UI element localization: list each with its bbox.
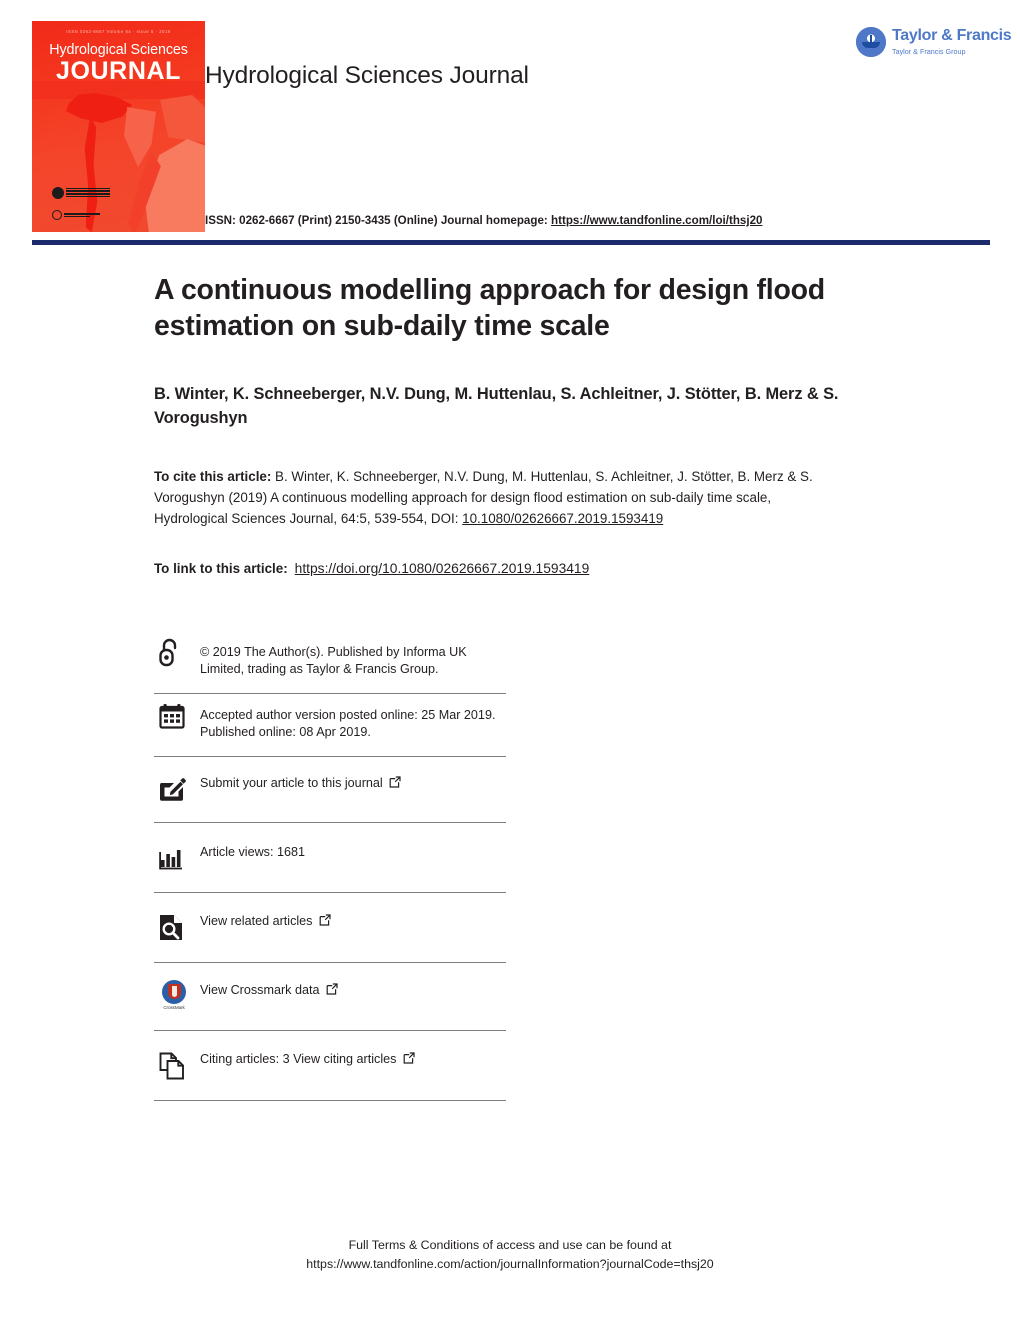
article-views-text: Article views: 1681: [200, 844, 305, 859]
citing-articles-glyph: [159, 1052, 184, 1079]
submit-pencil-glyph: [159, 778, 186, 801]
citing-articles-icon: [154, 1044, 198, 1088]
citation-doi-link[interactable]: 10.1080/02626667.2019.1593419: [462, 511, 663, 526]
related-articles-row-text: View related articles: [198, 913, 331, 942]
taylor-francis-logo[interactable]: Taylor & Francis Taylor & Francis Group: [856, 22, 1012, 66]
copyright-text: © 2019 The Author(s). Published by Infor…: [200, 645, 467, 676]
taylor-francis-wordmark: Taylor & Francis Taylor & Francis Group: [892, 27, 1012, 56]
related-articles-label: View related articles: [200, 914, 313, 929]
citation-label: To cite this article:: [154, 469, 272, 484]
crossmark-logo-label: CrossMark: [163, 1004, 185, 1010]
header-divider: [32, 240, 990, 245]
cover-iahs-logo-icon: [52, 185, 114, 200]
crossmark-row-text: View Crossmark data: [198, 982, 338, 1011]
cover-issue-strip: ISSN 0262-6667 Volume 64 · Issue 5 · 201…: [66, 30, 171, 35]
taylor-francis-roundel-icon: [856, 27, 886, 57]
external-link-icon: [389, 776, 401, 793]
external-link-icon: [326, 983, 338, 1000]
article-metadata-list: © 2019 The Author(s). Published by Infor…: [154, 630, 506, 1101]
external-link-icon: [319, 914, 331, 931]
issn-label: ISSN: 0262-6667 (Print) 2150-3435 (Onlin…: [205, 214, 548, 227]
publisher-name: Taylor & Francis: [892, 27, 1012, 44]
bar-chart-glyph: [159, 849, 182, 869]
cover-tf-wordmark: [64, 213, 100, 217]
metadata-row-citing[interactable]: Citing articles: 3 View citing articles: [154, 1031, 506, 1101]
journal-homepage-link[interactable]: https://www.tandfonline.com/loi/thsj20: [551, 214, 762, 227]
roundel-inner: [856, 27, 886, 57]
citing-articles-row-text: Citing articles: 3 View citing articles: [198, 1051, 415, 1080]
journal-title: Hydrological Sciences Journal: [205, 62, 529, 89]
journal-cover-thumbnail: ISSN 0262-6667 Volume 64 · Issue 5 · 201…: [32, 21, 205, 232]
submit-label: Submit your article to this journal: [200, 776, 383, 791]
page-footer: Full Terms & Conditions of access and us…: [0, 1236, 1020, 1273]
metadata-row-views: Article views: 1681: [154, 823, 506, 893]
open-access-lock-icon: [154, 630, 198, 674]
metadata-row-copyright: © 2019 The Author(s). Published by Infor…: [154, 630, 506, 694]
publication-dates-text: Accepted author version posted online: 2…: [200, 708, 496, 739]
bar-chart-icon: [154, 836, 198, 880]
submit-pencil-icon: [154, 768, 198, 812]
cover-map-levant: [160, 95, 205, 143]
crossmark-glyph: CrossMark: [159, 979, 189, 1014]
related-articles-search-icon: [154, 906, 198, 950]
citation-block: To cite this article: B. Winter, K. Schn…: [154, 467, 844, 529]
article-authors: B. Winter, K. Schneeberger, N.V. Dung, M…: [154, 385, 839, 427]
page-header: ISSN 0262-6667 Volume 64 · Issue 5 · 201…: [0, 0, 1020, 252]
article-title: A continuous modelling approach for desi…: [154, 274, 825, 343]
article-link-label: To link to this article:: [154, 561, 288, 576]
footer-terms-line: Full Terms & Conditions of access and us…: [348, 1238, 672, 1252]
metadata-row-submit[interactable]: Submit your article to this journal: [154, 757, 506, 823]
metadata-row-related[interactable]: View related articles: [154, 893, 506, 963]
cover-title-line1: Hydrological Sciences: [49, 42, 188, 58]
submit-row-text: Submit your article to this journal: [198, 775, 401, 804]
calendar-glyph: [159, 704, 185, 729]
open-access-lock-glyph: [159, 638, 177, 667]
document-search-glyph: [160, 915, 182, 940]
footer-journal-info-url[interactable]: https://www.tandfonline.com/action/journ…: [0, 1255, 1020, 1274]
metadata-row-crossmark[interactable]: CrossMark View Crossmark data: [154, 963, 506, 1031]
article-link-block: To link to this article: https://doi.org/…: [154, 559, 854, 580]
journal-cover-page: ISSN 0262-6667 Volume 64 · Issue 5 · 201…: [0, 0, 1020, 1339]
cover-taylor-francis-logo-icon: [52, 209, 112, 221]
crossmark-shield-icon: [167, 984, 181, 999]
roundel-boat-icon: [862, 42, 880, 48]
publisher-group-name: Taylor & Francis Group: [892, 46, 966, 56]
crossmark-label: View Crossmark data: [200, 983, 320, 998]
issn-line: ISSN: 0262-6667 (Print) 2150-3435 (Onlin…: [205, 214, 763, 227]
crossmark-icon: CrossMark: [154, 975, 198, 1019]
cover-iahs-badge-icon: [52, 186, 64, 199]
cover-tf-badge-icon: [52, 210, 62, 220]
citing-articles-label: Citing articles: 3 View citing articles: [200, 1052, 397, 1067]
metadata-row-dates: Accepted author version posted online: 2…: [154, 694, 506, 757]
cover-title-line2: JOURNAL: [55, 57, 182, 85]
cover-iahs-wordmark: [66, 187, 110, 198]
article-doi-url[interactable]: https://doi.org/10.1080/02626667.2019.15…: [295, 561, 590, 576]
crossmark-ring-icon: [162, 979, 186, 1004]
external-link-icon: [403, 1052, 415, 1069]
calendar-icon: [154, 694, 198, 738]
